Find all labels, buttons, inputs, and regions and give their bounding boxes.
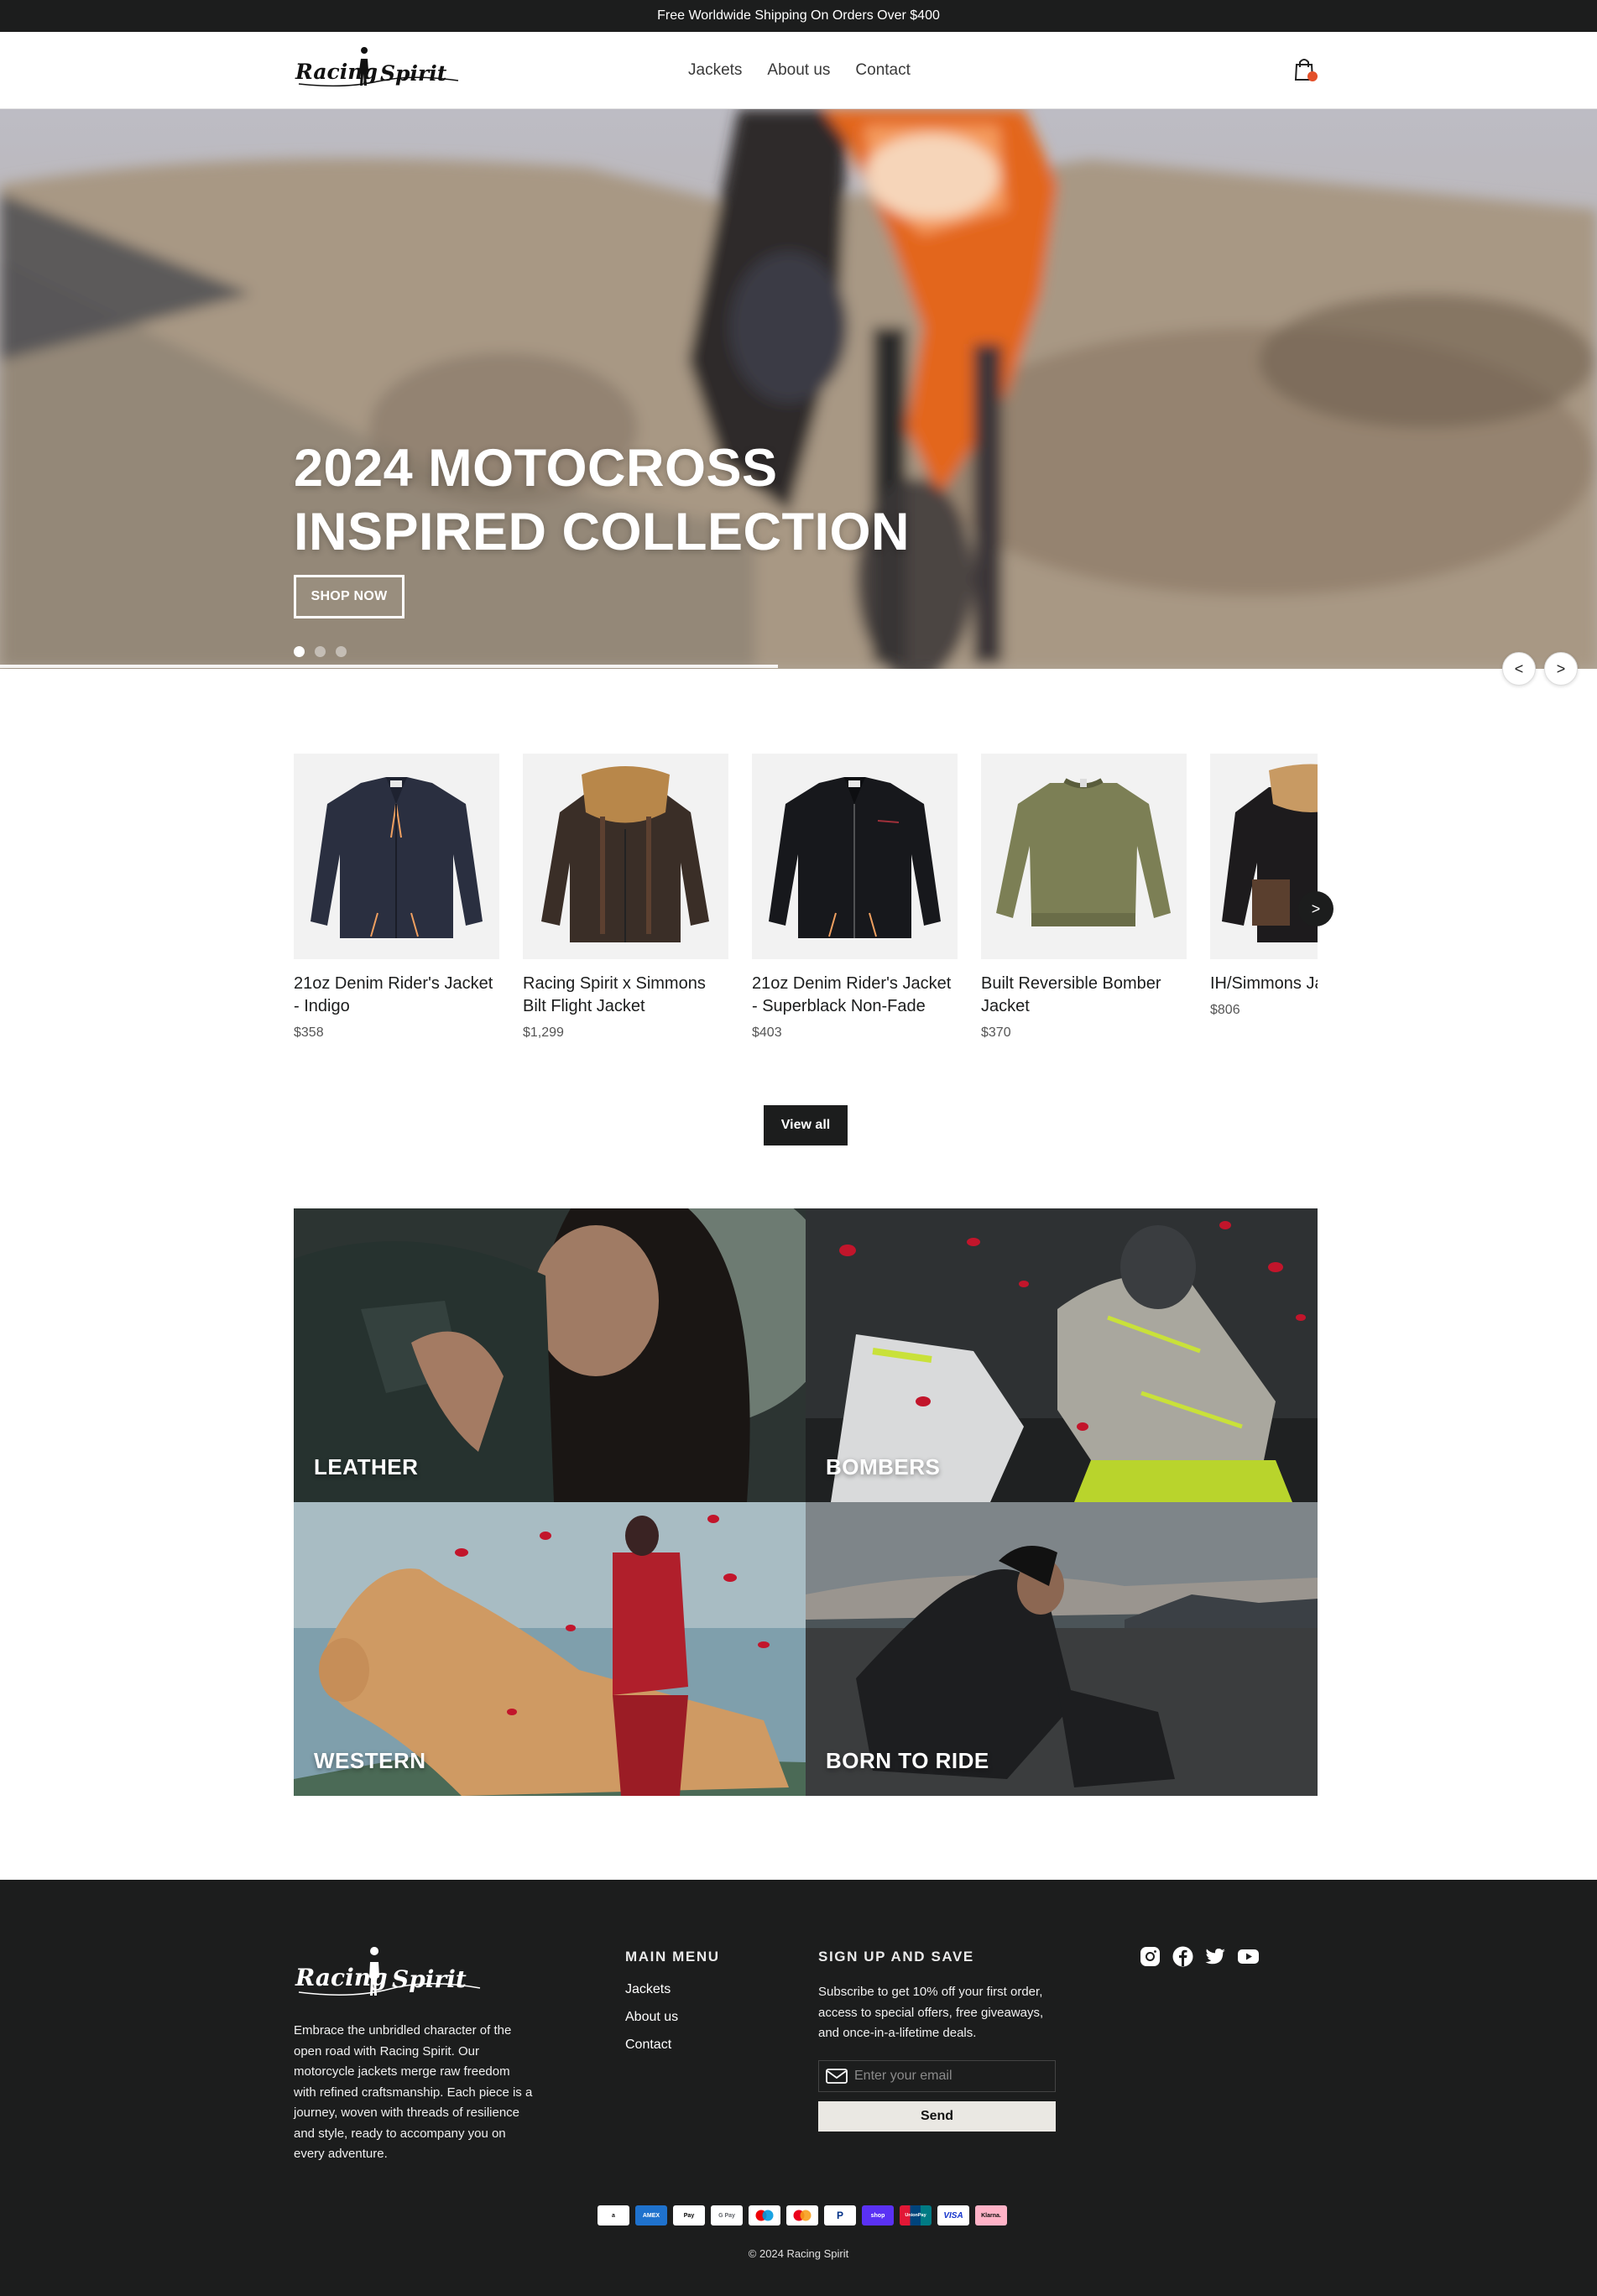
- instagram-icon[interactable]: [1139, 1945, 1161, 1968]
- amazon-pay-icon: a: [598, 2205, 629, 2226]
- product-card[interactable]: 21oz Denim Rider's Jacket - Superblack N…: [752, 754, 958, 1041]
- product-price: $358: [294, 1025, 324, 1040]
- product-title[interactable]: Racing Spirit x Simmons Bilt Flight Jack…: [523, 973, 728, 1018]
- footer-about-text: Embrace the unbridled character of the o…: [294, 2023, 533, 2161]
- product-image[interactable]: [523, 754, 728, 959]
- chevron-right-icon: >: [1311, 900, 1321, 917]
- site-footer: Racing Spirit Embrace the unbridled char…: [0, 1880, 1597, 2296]
- product-card[interactable]: Built Reversible Bomber Jacket $370: [981, 754, 1187, 1041]
- product-carousel: 21oz Denim Rider's Jacket - Indigo $358 …: [294, 754, 1318, 1072]
- nav-link-about-us[interactable]: About us: [767, 61, 830, 80]
- collection-label: BORN TO RIDE: [826, 1748, 989, 1773]
- cart-button[interactable]: [1292, 57, 1319, 84]
- collection-tile-bombers[interactable]: BOMBERS: [806, 1208, 1318, 1502]
- product-image[interactable]: [294, 754, 499, 959]
- paypal-icon: P: [824, 2205, 856, 2226]
- product-image[interactable]: [752, 754, 958, 959]
- hero-slideshow: 2024 MOTOCROSS INSPIRED COLLECTION SHOP …: [0, 109, 1597, 669]
- hero-next-button[interactable]: >: [1544, 652, 1578, 686]
- twitter-icon[interactable]: [1204, 1945, 1227, 1968]
- email-field-wrapper[interactable]: [818, 2060, 1056, 2092]
- product-card[interactable]: IH/Simmons Jacket $806: [1210, 754, 1318, 1018]
- slide-progress-bar: [0, 665, 778, 668]
- maestro-icon: [749, 2205, 780, 2226]
- product-price: $806: [1210, 1003, 1240, 1017]
- chevron-left-icon: <: [1514, 660, 1524, 677]
- union-pay-icon: UnionPay: [900, 2205, 932, 2226]
- collection-tile-leather[interactable]: LEATHER: [294, 1208, 806, 1502]
- payment-icons: a AMEX Pay G Pay P shop UnionPay VISA Kl…: [598, 2205, 1007, 2226]
- product-image[interactable]: [1210, 754, 1318, 959]
- email-input[interactable]: [854, 2069, 1039, 2084]
- send-button[interactable]: Send: [818, 2101, 1056, 2132]
- shop-pay-icon: shop: [862, 2205, 894, 2226]
- hero-title: 2024 MOTOCROSS INSPIRED COLLECTION: [294, 439, 911, 561]
- footer-menu-heading: MAIN MENU: [625, 1949, 720, 1965]
- apple-pay-icon: Pay: [673, 2205, 705, 2226]
- product-title[interactable]: 21oz Denim Rider's Jacket - Superblack N…: [752, 973, 958, 1018]
- product-card[interactable]: 21oz Denim Rider's Jacket - Indigo $358: [294, 754, 499, 1041]
- google-pay-icon: G Pay: [711, 2205, 743, 2226]
- carousel-next-button[interactable]: >: [1298, 891, 1333, 926]
- signup-text: Subscribe to get 10% off your first orde…: [818, 1985, 1044, 2040]
- product-image[interactable]: [981, 754, 1187, 959]
- slide-dot-2[interactable]: [315, 646, 326, 657]
- product-card[interactable]: Racing Spirit x Simmons Bilt Flight Jack…: [523, 754, 728, 1041]
- youtube-icon[interactable]: [1237, 1945, 1260, 1968]
- amex-icon: AMEX: [635, 2205, 667, 2226]
- product-title[interactable]: IH/Simmons Jacket: [1210, 973, 1318, 995]
- site-header: Racing Spirit Jackets About us Contact: [0, 32, 1597, 109]
- nav-link-contact[interactable]: Contact: [855, 61, 910, 80]
- facebook-icon[interactable]: [1172, 1945, 1194, 1968]
- signup-heading: SIGN UP AND SAVE: [818, 1949, 974, 1965]
- product-title[interactable]: Built Reversible Bomber Jacket: [981, 973, 1187, 1018]
- cart-count-dot: [1307, 71, 1318, 81]
- footer-link-jackets[interactable]: Jackets: [625, 1982, 678, 1997]
- shop-now-button[interactable]: SHOP NOW: [294, 575, 404, 618]
- slide-dot-3[interactable]: [336, 646, 347, 657]
- collection-label: WESTERN: [314, 1748, 426, 1773]
- nav-link-jackets[interactable]: Jackets: [688, 61, 742, 80]
- product-title[interactable]: 21oz Denim Rider's Jacket - Indigo: [294, 973, 499, 1018]
- slide-dot-1[interactable]: [294, 646, 305, 657]
- product-price: $370: [981, 1025, 1011, 1040]
- hero-image: [0, 109, 1597, 669]
- brand-logo[interactable]: Racing Spirit: [294, 47, 462, 94]
- product-price: $403: [752, 1025, 782, 1040]
- product-price: $1,299: [523, 1025, 564, 1040]
- collection-label: BOMBERS: [826, 1454, 941, 1479]
- collection-tile-western[interactable]: WESTERN: [294, 1502, 806, 1796]
- footer-menu: Jackets About us Contact: [625, 1982, 678, 2065]
- envelope-icon: [826, 2069, 848, 2084]
- collection-tile-born-to-ride[interactable]: BORN TO RIDE: [806, 1502, 1318, 1796]
- social-links: [1139, 1945, 1260, 1968]
- main-nav: Jackets About us Contact: [688, 32, 911, 109]
- visa-icon: VISA: [937, 2205, 969, 2226]
- view-all-button[interactable]: View all: [764, 1105, 848, 1145]
- footer-link-contact[interactable]: Contact: [625, 2038, 678, 2053]
- chevron-right-icon: >: [1556, 660, 1566, 677]
- announcement-text: Free Worldwide Shipping On Orders Over $…: [657, 8, 940, 23]
- slide-dots: [294, 646, 347, 657]
- footer-logo[interactable]: Racing Spirit: [294, 1947, 483, 2006]
- collection-label: LEATHER: [314, 1454, 419, 1479]
- svg-text:Spirit: Spirit: [392, 1965, 467, 1993]
- svg-text:Spirit: Spirit: [380, 61, 447, 86]
- hero-prev-button[interactable]: <: [1502, 652, 1536, 686]
- copyright-text: © 2024 Racing Spirit: [748, 2247, 849, 2260]
- klarna-icon: Klarna.: [975, 2205, 1007, 2226]
- footer-link-about-us[interactable]: About us: [625, 2010, 678, 2025]
- announcement-bar: Free Worldwide Shipping On Orders Over $…: [0, 0, 1597, 32]
- mastercard-icon: [786, 2205, 818, 2226]
